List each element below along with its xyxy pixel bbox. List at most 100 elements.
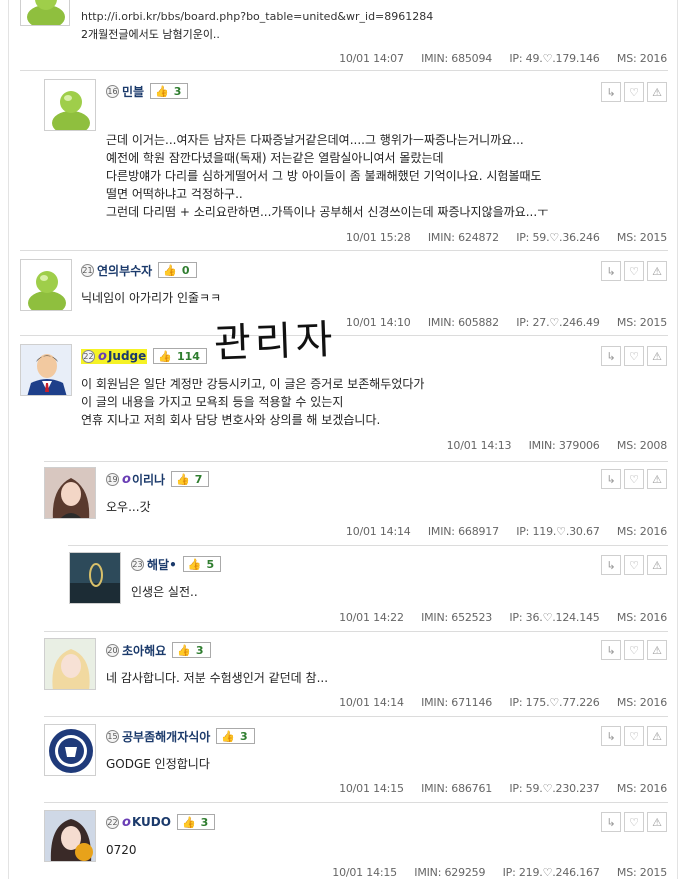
comment-date: 10/01 14:14 [339, 696, 404, 709]
user-line: 19 ο 이리나 👍 7 [106, 470, 210, 488]
like-count: 114 [176, 349, 200, 363]
divider [44, 461, 668, 462]
comment-line: 오우...갓 [106, 500, 151, 514]
comment-text: 0720 [106, 841, 137, 859]
comment-date: 10/01 14:13 [446, 439, 512, 452]
level-badge: 22 [82, 349, 95, 363]
highlighted-username[interactable]: 22 ο Judge [81, 348, 148, 364]
comment-line: 다른방얘가 다리를 심하게떨어서 그 방 아이들이 좀 불쾌해했던 기억이나요.… [106, 169, 542, 183]
like-button[interactable]: 👍 0 [158, 262, 197, 278]
avatar[interactable] [69, 552, 121, 604]
reply-icon[interactable]: ↳ [601, 726, 621, 746]
user-line: 20 초아해요 👍 3 [106, 641, 211, 659]
username[interactable]: 민블 [122, 83, 144, 100]
comment-actions: ↳ ♡ ⚠ [601, 346, 667, 366]
comment-imin: IMIN: 671146 [421, 696, 493, 709]
comment-ip: IP: 36.♡.124.145 [509, 611, 600, 624]
heart-icon[interactable]: ♡ [624, 346, 644, 366]
reply-icon[interactable]: ↳ [601, 640, 621, 660]
comment-date: 10/01 14:22 [339, 611, 404, 624]
heart-icon[interactable]: ♡ [624, 82, 644, 102]
level-badge: 20 [106, 643, 119, 657]
comment-line: 그런데 다리떰 + 소리요란하면...가뜩이나 공부해서 신경쓰이는데 짜증나지… [106, 205, 549, 219]
report-icon[interactable]: ⚠ [647, 812, 667, 832]
comment-ip: IP: 175.♡.77.226 [509, 696, 600, 709]
username[interactable]: KUDO [132, 815, 171, 829]
comment-line: 근데 이거는...여자든 남자든 다짜증날거같은데여....그 행위가ㅡ짜증나는… [106, 133, 524, 147]
reply-icon[interactable]: ↳ [601, 469, 621, 489]
heart-icon[interactable]: ♡ [624, 640, 644, 660]
reply-icon[interactable]: ↳ [601, 346, 621, 366]
comment-imin: IMIN: 629259 [414, 866, 486, 879]
comment-meta: 10/01 14:22 IMIN: 652523 IP: 36.♡.124.14… [325, 611, 667, 624]
comment-imin: IMIN: 605882 [427, 316, 499, 329]
avatar[interactable] [20, 344, 72, 396]
avatar[interactable] [44, 638, 96, 690]
comment-text: 이 회원님은 일단 계정만 강등시키고, 이 글은 증거로 보존해두었다가 이 … [81, 375, 424, 429]
comment-meta: 10/01 14:14 IMIN: 668917 IP: 119.♡.30.67… [332, 525, 667, 538]
avatar[interactable] [44, 79, 96, 131]
thumbs-up-icon: 👍 [187, 557, 202, 571]
comment-date: 10/01 14:07 [339, 52, 404, 65]
report-icon[interactable]: ⚠ [647, 346, 667, 366]
report-icon[interactable]: ⚠ [647, 469, 667, 489]
username[interactable]: 공부좀해개자식아 [122, 728, 210, 745]
like-button[interactable]: 👍 3 [216, 728, 255, 744]
heart-icon[interactable]: ♡ [624, 812, 644, 832]
username[interactable]: 연의부수자 [97, 262, 152, 279]
heart-icon[interactable]: ♡ [624, 261, 644, 281]
reply-icon[interactable]: ↳ [601, 261, 621, 281]
left-border [8, 0, 9, 879]
comment-ms: MS: 2016 [616, 611, 667, 624]
reply-icon[interactable]: ↳ [601, 812, 621, 832]
report-icon[interactable]: ⚠ [647, 555, 667, 575]
comment-ms: MS: 2016 [616, 782, 667, 795]
heart-icon[interactable]: ♡ [624, 726, 644, 746]
avatar[interactable] [44, 724, 96, 776]
like-button[interactable]: 👍 3 [172, 642, 211, 658]
level-badge: 23 [131, 557, 144, 571]
thumbs-up-icon: 👍 [181, 815, 196, 829]
comment-date: 10/01 14:15 [339, 782, 404, 795]
reply-icon[interactable]: ↳ [601, 82, 621, 102]
username[interactable]: 초아해요 [122, 642, 166, 659]
like-button[interactable]: 👍 114 [153, 348, 207, 364]
username: Judge [107, 349, 147, 363]
comment-ip: IP: 59.♡.36.246 [516, 231, 600, 244]
comment-meta: 10/01 15:28 IMIN: 624872 IP: 59.♡.36.246… [332, 231, 667, 244]
comment-actions: ↳ ♡ ⚠ [601, 640, 667, 660]
comment-actions: ↳ ♡ ⚠ [601, 726, 667, 746]
avatar[interactable] [44, 810, 96, 862]
heart-icon[interactable]: ♡ [624, 555, 644, 575]
thumbs-up-icon: 👍 [177, 643, 191, 657]
report-icon[interactable]: ⚠ [647, 261, 667, 281]
like-button[interactable]: 👍 7 [171, 471, 210, 487]
user-line: 22 ο Judge 👍 114 [81, 347, 207, 365]
avatar[interactable] [44, 467, 96, 519]
like-button[interactable]: 👍 3 [176, 814, 216, 830]
divider [44, 716, 668, 717]
report-icon[interactable]: ⚠ [647, 726, 667, 746]
link-text[interactable]: http://i.orbi.kr/bbs/board.php?bo_table=… [81, 8, 433, 26]
like-button[interactable]: 👍 5 [182, 556, 222, 572]
report-icon[interactable]: ⚠ [647, 82, 667, 102]
username[interactable]: 이리나 [132, 471, 165, 488]
comment-ms: MS: 2008 [616, 439, 667, 452]
username[interactable]: 해달• [147, 556, 177, 573]
user-line: 15 공부좀해개자식아 👍 3 [106, 727, 255, 745]
user-line: 16 민블 👍 3 [106, 82, 189, 100]
avatar[interactable] [20, 0, 70, 26]
comment-date: 10/01 14:15 [332, 866, 397, 879]
comment-imin: IMIN: 685094 [421, 52, 493, 65]
report-icon[interactable]: ⚠ [647, 640, 667, 660]
thumbs-up-icon: 👍 [163, 263, 177, 277]
heart-icon[interactable]: ♡ [624, 469, 644, 489]
like-button[interactable]: 👍 3 [150, 83, 189, 99]
comment-line: 떨면 어떡하냐고 걱정하구.. [106, 187, 243, 201]
like-count: 3 [173, 84, 182, 98]
reply-icon[interactable]: ↳ [601, 555, 621, 575]
comment-meta: 10/01 14:15 IMIN: 686761 IP: 59.♡.230.23… [325, 782, 667, 795]
comment-text: 닉네임이 아가리가 인줄ㅋㅋ [81, 289, 221, 307]
avatar[interactable] [20, 259, 72, 311]
rank-ring-icon: ο [122, 814, 131, 830]
